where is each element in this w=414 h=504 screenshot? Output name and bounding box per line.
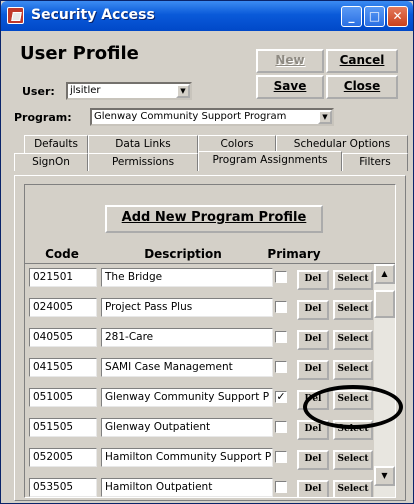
description-field[interactable]: Project Pass Plus: [101, 298, 273, 317]
del-button[interactable]: Del: [297, 300, 329, 320]
del-button[interactable]: Del: [297, 270, 329, 290]
primary-checkbox[interactable]: [275, 451, 287, 463]
save-button-label: Save: [273, 79, 307, 93]
code-field[interactable]: 041505: [29, 358, 97, 377]
primary-checkbox[interactable]: [275, 481, 287, 493]
chevron-down-icon[interactable]: ▼: [176, 84, 190, 98]
minimize-button[interactable]: _: [341, 6, 362, 27]
cancel-button[interactable]: Cancel: [326, 49, 398, 73]
del-button[interactable]: Del: [297, 480, 329, 497]
code-field[interactable]: 051505: [29, 418, 97, 437]
description-field[interactable]: Hamilton Outpatient: [101, 478, 273, 497]
code-field[interactable]: 051005: [29, 388, 97, 407]
column-header-primary: Primary: [267, 245, 321, 263]
chevron-down-icon[interactable]: ▼: [318, 110, 332, 124]
code-field[interactable]: 052005: [29, 448, 97, 467]
title-bar[interactable]: Security Access _ □ ✕: [1, 1, 413, 31]
del-button[interactable]: Del: [297, 330, 329, 350]
select-button[interactable]: Select: [333, 450, 373, 470]
app-icon: [7, 7, 24, 24]
description-field[interactable]: Glenway Community Support P: [101, 388, 273, 407]
code-field[interactable]: 021501: [29, 268, 97, 287]
description-field[interactable]: Glenway Outpatient: [101, 418, 273, 437]
code-field[interactable]: 040505: [29, 328, 97, 347]
code-field[interactable]: 053505: [29, 478, 97, 497]
select-button[interactable]: Select: [333, 480, 373, 497]
program-assignments-panel: Add New Program Profile Code Description…: [14, 175, 406, 501]
vertical-scrollbar[interactable]: ▲ ▼: [374, 264, 395, 497]
primary-checkbox[interactable]: [275, 301, 287, 313]
table-row: 041505 SAMI Case Management Del Select: [25, 354, 373, 384]
table-row: 024005 Project Pass Plus Del Select: [25, 294, 373, 324]
close-button-label: Close: [343, 79, 381, 93]
code-field[interactable]: 024005: [29, 298, 97, 317]
new-button[interactable]: New: [256, 49, 324, 73]
primary-checkbox[interactable]: [275, 271, 287, 283]
user-select[interactable]: jlsitler ▼: [66, 82, 192, 100]
primary-checkbox[interactable]: [275, 331, 287, 343]
scroll-down-arrow-icon[interactable]: ▼: [374, 466, 395, 486]
column-header-description: Description: [99, 245, 267, 263]
user-label: User:: [22, 85, 55, 98]
del-button[interactable]: Del: [297, 360, 329, 380]
scroll-up-arrow-icon[interactable]: ▲: [374, 264, 395, 284]
select-button[interactable]: Select: [333, 360, 373, 380]
close-window-button[interactable]: ✕: [387, 6, 408, 27]
new-button-label: New: [275, 53, 305, 67]
column-header-code: Code: [29, 245, 95, 263]
description-field[interactable]: 281-Care: [101, 328, 273, 347]
tab-data-links[interactable]: Data Links: [88, 135, 198, 153]
primary-checkbox[interactable]: ✓: [275, 391, 287, 403]
scroll-thumb[interactable]: [374, 290, 395, 318]
select-button[interactable]: Select: [333, 420, 373, 440]
save-button[interactable]: Save: [256, 75, 324, 99]
primary-checkbox[interactable]: [275, 421, 287, 433]
maximize-button[interactable]: □: [364, 6, 385, 27]
close-button[interactable]: Close: [326, 75, 398, 99]
table-row: 040505 281-Care Del Select: [25, 324, 373, 354]
user-select-value: jlsitler: [70, 85, 101, 96]
security-access-window: Security Access _ □ ✕ User Profile New C…: [0, 0, 414, 504]
select-button[interactable]: Select: [333, 300, 373, 320]
table-row: 021501 The Bridge Del Select: [25, 264, 373, 294]
description-field[interactable]: The Bridge: [101, 268, 273, 287]
select-button[interactable]: Select: [333, 390, 373, 410]
program-select[interactable]: Glenway Community Support Program ▼: [90, 108, 334, 126]
tab-program-assignments[interactable]: Program Assignments: [198, 151, 342, 171]
program-label: Program:: [14, 111, 72, 124]
tab-signon[interactable]: SignOn: [14, 153, 88, 171]
tab-filters[interactable]: Filters: [342, 153, 408, 171]
table-row: 052005 Hamilton Community Support P Del Sel…: [25, 444, 373, 474]
program-select-value: Glenway Community Support Program: [94, 111, 287, 122]
tab-defaults[interactable]: Defaults: [24, 135, 88, 153]
program-assignments-grid: 021501 The Bridge Del Select 024005 Project P…: [25, 263, 395, 497]
window-body: User Profile New Cancel Save Close User:…: [4, 31, 410, 501]
del-button[interactable]: Del: [297, 420, 329, 440]
page-title: User Profile: [20, 43, 139, 64]
add-new-program-profile-label: Add New Program Profile: [121, 210, 307, 225]
del-button[interactable]: Del: [297, 390, 329, 410]
select-button[interactable]: Select: [333, 330, 373, 350]
window-title: Security Access: [31, 7, 155, 23]
program-assignments-frame: Add New Program Profile Code Description…: [24, 184, 396, 498]
add-new-program-profile-button[interactable]: Add New Program Profile: [105, 205, 323, 233]
cancel-button-label: Cancel: [339, 53, 385, 67]
description-field[interactable]: SAMI Case Management: [101, 358, 273, 377]
tab-permissions[interactable]: Permissions: [88, 153, 198, 171]
select-button[interactable]: Select: [333, 270, 373, 290]
table-row: 053505 Hamilton Outpatient Del Select: [25, 474, 373, 497]
table-row: 051005 Glenway Community Support P ✓ Del Sel…: [25, 384, 373, 414]
description-field[interactable]: Hamilton Community Support P: [101, 448, 273, 467]
del-button[interactable]: Del: [297, 450, 329, 470]
primary-checkbox[interactable]: [275, 361, 287, 373]
table-row: 051505 Glenway Outpatient Del Select: [25, 414, 373, 444]
